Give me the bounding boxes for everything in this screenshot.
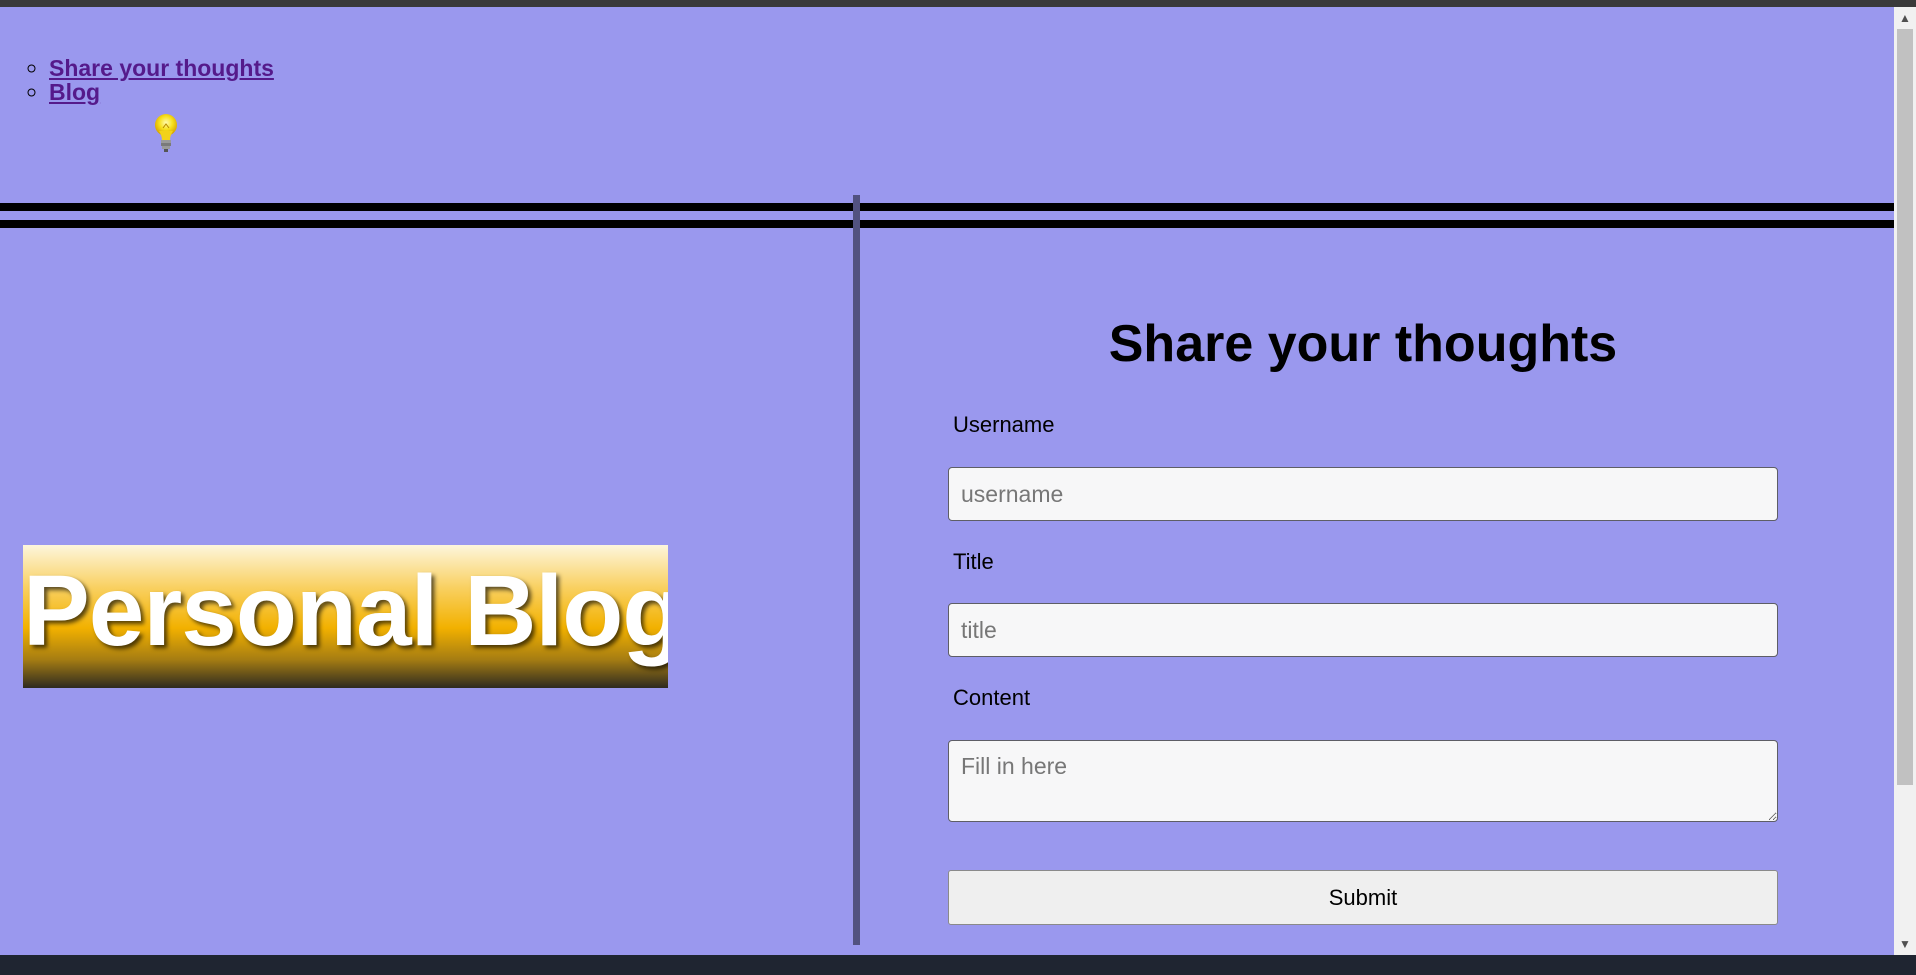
submit-button[interactable]: Submit	[948, 870, 1778, 925]
os-taskbar	[0, 955, 1916, 975]
banner-text: Personal Blog	[23, 555, 668, 667]
column-divider	[853, 195, 860, 945]
nav-menu: Share your thoughts Blog	[28, 56, 274, 104]
nav-link-share-your-thoughts[interactable]: Share your thoughts	[49, 55, 274, 81]
form-title: Share your thoughts	[1108, 315, 1618, 373]
title-input[interactable]	[948, 603, 1778, 657]
nav-item-share: Share your thoughts	[49, 56, 274, 80]
nav-item-blog: Blog	[49, 80, 274, 104]
vertical-scrollbar[interactable]: ▲ ▼	[1894, 7, 1916, 955]
title-label: Title	[953, 549, 994, 574]
personal-blog-banner: Personal Blog	[23, 545, 668, 688]
content-textarea[interactable]	[948, 740, 1778, 822]
header-divider-top	[0, 203, 1894, 211]
username-input[interactable]	[948, 467, 1778, 521]
content-label: Content	[953, 685, 1031, 710]
lightbulb-icon	[155, 114, 177, 152]
username-label: Username	[953, 412, 1055, 437]
scrollbar-thumb[interactable]	[1897, 29, 1913, 785]
scroll-down-arrow-icon[interactable]: ▼	[1894, 933, 1916, 955]
nav-link-blog[interactable]: Blog	[49, 79, 100, 105]
window-top-edge	[0, 0, 1916, 7]
scroll-up-arrow-icon[interactable]: ▲	[1894, 7, 1916, 29]
header-divider-bottom	[0, 220, 1894, 228]
